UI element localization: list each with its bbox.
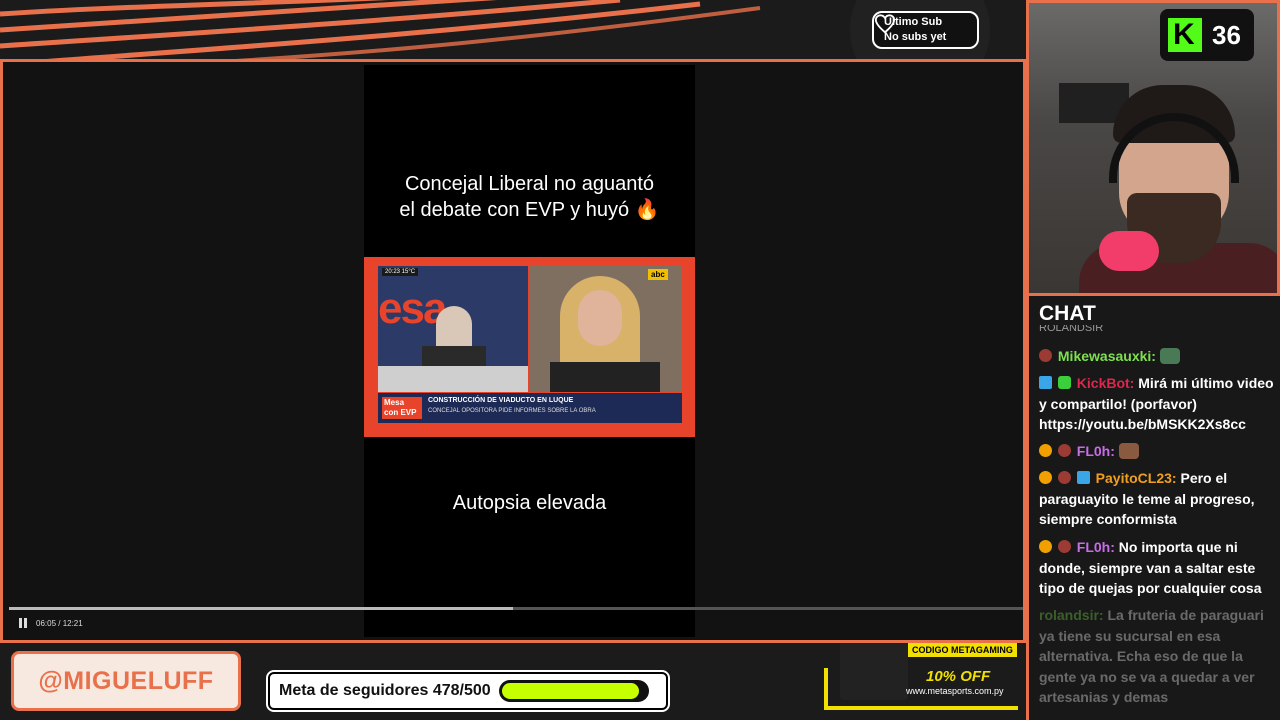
last-sub-widget: Último Sub No subs yet — [872, 11, 979, 49]
emote-icon — [1159, 348, 1180, 364]
chat-username: PayitoCL23: — [1095, 470, 1177, 486]
viewer-count: 36 — [1212, 19, 1241, 50]
news-guest-image — [530, 266, 682, 392]
chat-message: FL0h: — [1039, 441, 1275, 462]
chat-message: PayitoCL23: Pero el paraguayito le teme … — [1039, 468, 1275, 530]
player-controls: 06:05 / 12:21 — [19, 618, 83, 628]
chat-username: Mikewasauxki: — [1057, 348, 1156, 364]
video-content: Concejal Liberal no aguantó el debate co… — [364, 65, 695, 637]
top-banner: Último Sub No subs yet — [0, 0, 1026, 62]
news-channel-logo: abc — [648, 269, 668, 280]
badge-icon — [1039, 349, 1052, 362]
news-broadcast-frame: esa 20:23 15°C abc Mesa con EVP CONSTRUC… — [364, 257, 695, 437]
video-caption-bottom: Autopsia elevada — [452, 492, 607, 514]
chat-text: No importa que ni donde, siempre van a s… — [1039, 539, 1262, 596]
chat-text: Mirá mi último video y compartilo! (porf… — [1039, 375, 1274, 432]
chat-username: FL0h: — [1076, 443, 1115, 459]
sponsor-ad: CODIGO METAGAMING 10% OFF www.metasports… — [822, 643, 1026, 720]
follower-goal-widget: Meta de seguidores 478/500 — [268, 672, 668, 710]
sponsor-discount: 10% OFF — [926, 668, 991, 685]
viewer-count-badge: K 36 — [1160, 9, 1254, 61]
goal-label: Meta de seguidores 478/500 — [279, 682, 491, 699]
sword-icon — [1039, 376, 1052, 389]
badge-icon — [1057, 540, 1071, 553]
chat-message: FL0h: No importa que ni donde, siempre v… — [1039, 537, 1275, 599]
badge-icon — [1039, 471, 1052, 484]
chat-username: KickBot: — [1076, 375, 1135, 391]
badge-icon — [1039, 540, 1052, 553]
video-player[interactable]: Concejal Liberal no aguantó el debate co… — [0, 62, 1026, 640]
microphone-image — [1099, 231, 1159, 271]
webcam-frame: K 36 — [1026, 0, 1280, 296]
chat-message: KickBot: Mirá mi último video y comparti… — [1039, 373, 1275, 435]
news-headline: CONSTRUCCIÓN DE VIADUCTO EN LUQUE — [428, 397, 574, 404]
bottom-banner: @MIGUELUFF Meta de seguidores 478/500 CO… — [0, 640, 1026, 720]
chat-username: FL0h: — [1076, 539, 1115, 555]
news-program-logo: Mesa con EVP — [382, 397, 422, 419]
chat-message: rolandsir: La fruteria de paraguari ya t… — [1039, 605, 1275, 708]
stream-overlay: { "top_bar": { "last_sub_title": "Último… — [0, 0, 1280, 720]
badge-icon — [1039, 444, 1052, 457]
pause-icon[interactable] — [19, 618, 28, 628]
news-studio-image: esa — [378, 266, 528, 392]
time-display: 06:05 / 12:21 — [36, 618, 83, 628]
chat-message: Mikewasauxki: — [1039, 346, 1275, 367]
video-caption-top: Concejal Liberal no aguantó el debate co… — [399, 173, 660, 221]
chat-panel: CHAT ROLANDSIR Mikewasauxki: KickBot: Mi… — [1026, 296, 1280, 720]
video-progress-bar[interactable] — [9, 607, 1023, 610]
heart-icon — [874, 14, 896, 34]
sponsor-site: www.metasports.com.py — [906, 686, 1004, 696]
news-time-tag: 20:23 15°C — [382, 268, 419, 276]
handle-text: @MIGUELUFF — [38, 666, 214, 695]
news-subheadline: CONCEJAL OPOSITORA PIDE INFORMES SOBRE L… — [428, 408, 596, 414]
cube-icon — [1076, 471, 1090, 484]
video-progress-fill — [9, 607, 513, 610]
bot-badge-icon — [1057, 376, 1071, 389]
kick-logo-icon: K — [1168, 18, 1202, 52]
chat-title: CHAT — [1039, 302, 1096, 325]
chat-username: rolandsir: — [1039, 607, 1104, 623]
handle-badge: @MIGUELUFF — [11, 651, 241, 711]
news-lower-third: Mesa con EVP CONSTRUCCIÓN DE VIADUCTO EN… — [378, 393, 682, 423]
badge-icon — [1057, 471, 1071, 484]
badge-icon — [1057, 444, 1071, 457]
sponsor-code: CODIGO METAGAMING — [908, 643, 1017, 657]
goal-progress-bar — [498, 680, 649, 702]
emote-icon — [1118, 443, 1139, 459]
chat-previous-line: ROLANDSIR — [1039, 325, 1104, 331]
goal-progress-fill — [501, 683, 640, 699]
